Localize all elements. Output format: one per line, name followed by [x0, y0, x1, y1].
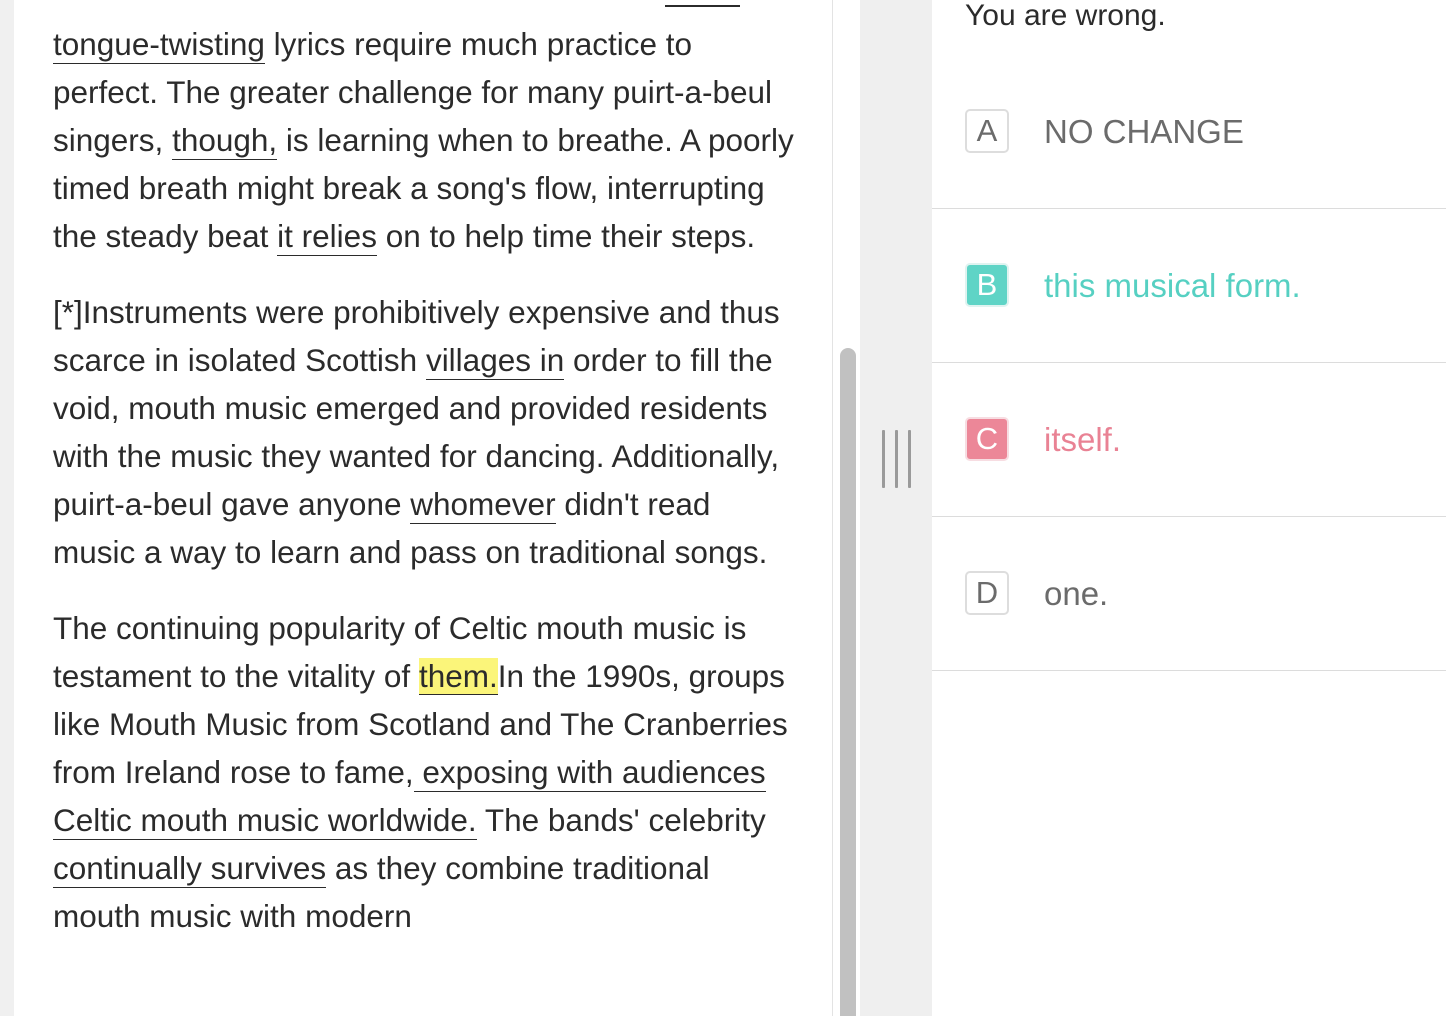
- choice-text: one.: [1044, 575, 1109, 612]
- resize-handle-icon[interactable]: [880, 430, 914, 490]
- choice-text: this musical form.: [1044, 267, 1301, 304]
- choice-text: itself.: [1044, 421, 1122, 458]
- panel-divider: [860, 0, 932, 1016]
- cutoff-underline: [665, 5, 740, 7]
- choice-letter: B: [965, 263, 1009, 307]
- question-panel: You are wrong. A NO CHANGE B this musica…: [932, 0, 1446, 1016]
- choice-d[interactable]: D one.: [932, 516, 1446, 671]
- choice-text: NO CHANGE: [1044, 113, 1244, 150]
- app-stage: tongue-twisting lyrics require much prac…: [0, 0, 1446, 1016]
- highlighted-phrase[interactable]: them.: [418, 658, 498, 695]
- passage-text-run: on to help time their steps.: [376, 218, 756, 254]
- choice-a[interactable]: A NO CHANGE: [932, 54, 1446, 209]
- choice-c[interactable]: C itself.: [932, 362, 1446, 517]
- choice-letter: D: [965, 571, 1009, 615]
- underlined-phrase[interactable]: villages in: [425, 342, 565, 380]
- passage-paragraph-3: The continuing popularity of Celtic mout…: [53, 604, 798, 940]
- choice-letter: A: [965, 109, 1009, 153]
- underlined-phrase[interactable]: whomever: [410, 486, 556, 524]
- choice-b[interactable]: B this musical form.: [932, 208, 1446, 363]
- answer-feedback: You are wrong.: [965, 0, 1166, 32]
- choice-letter: C: [965, 417, 1009, 461]
- passage-panel: tongue-twisting lyrics require much prac…: [14, 0, 833, 1016]
- passage-paragraph-2: [*]Instruments were prohibitively expens…: [53, 288, 798, 576]
- passage-scrollbar-thumb[interactable]: [840, 348, 856, 1016]
- passage-paragraph-1: tongue-twisting lyrics require much prac…: [53, 20, 798, 260]
- passage-text-run: The bands' celebrity: [476, 802, 766, 838]
- passage-cutoff-line: [53, 0, 798, 20]
- underlined-phrase[interactable]: continually survives: [53, 850, 327, 888]
- underlined-phrase[interactable]: it relies: [277, 218, 377, 256]
- underlined-phrase[interactable]: tongue-twisting: [53, 26, 265, 64]
- underlined-phrase[interactable]: though,: [172, 122, 278, 160]
- passage-text: tongue-twisting lyrics require much prac…: [53, 0, 798, 968]
